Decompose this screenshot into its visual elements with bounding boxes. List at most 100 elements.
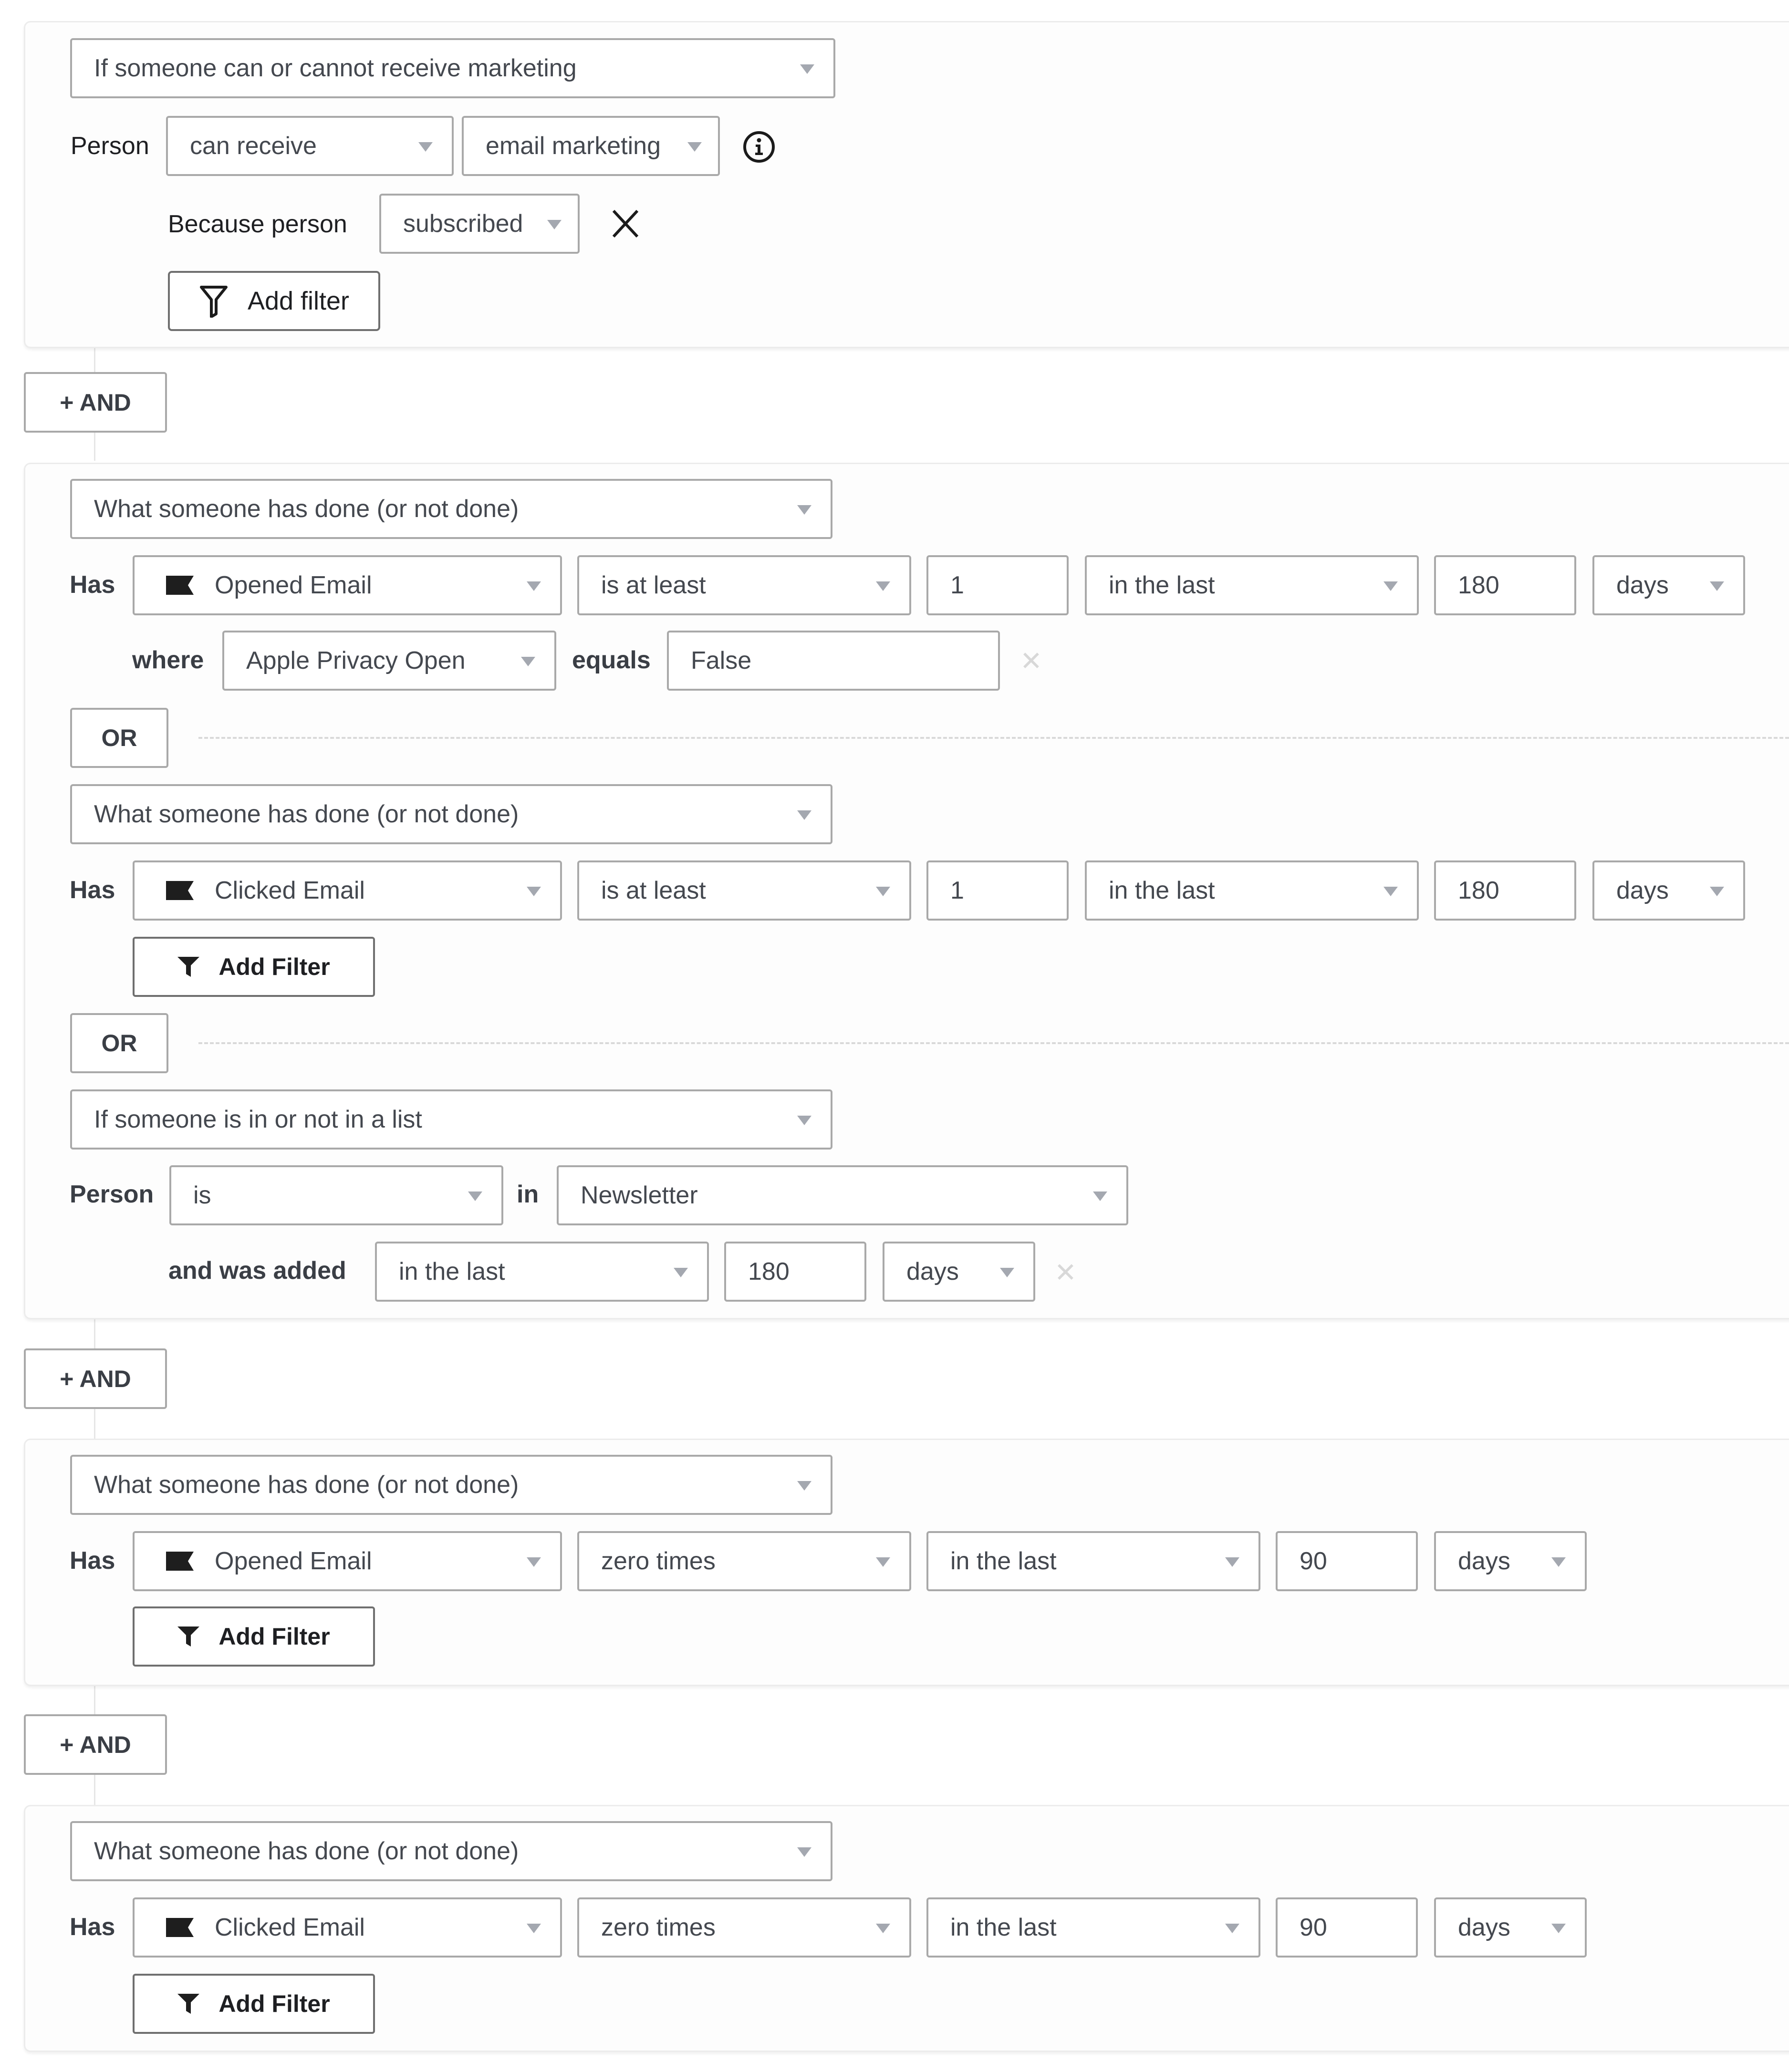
funnel-filled-icon xyxy=(177,1994,200,2014)
condition-type-select[interactable]: If someone is in or not in a list xyxy=(70,1089,832,1150)
or-button[interactable]: OR xyxy=(70,708,168,768)
add-filter-button[interactable]: Add filter xyxy=(168,271,380,331)
added-period-input[interactable]: 180 xyxy=(724,1242,866,1302)
timeframe-value: in the last xyxy=(950,1914,1057,1941)
membership-select[interactable]: is xyxy=(169,1165,503,1225)
added-timeframe-select[interactable]: in the last xyxy=(375,1242,709,1302)
can-receive-select[interactable]: can receive xyxy=(166,116,454,176)
operator-value: zero times xyxy=(601,1914,716,1941)
metric-select[interactable]: Clicked Email xyxy=(133,860,562,921)
where-value-input[interactable]: False xyxy=(667,631,1000,691)
chevron-down-icon xyxy=(1383,581,1398,591)
person-label: Person xyxy=(71,132,149,160)
remove-filter-icon[interactable]: ✕ xyxy=(1020,648,1042,674)
or-label: OR xyxy=(101,725,137,751)
condition-type-select[interactable]: What someone has done (or not done) xyxy=(70,1455,832,1515)
where-property-select[interactable]: Apple Privacy Open xyxy=(222,631,556,691)
timeframe-select[interactable]: in the last xyxy=(1085,860,1419,921)
condition-type-select[interactable]: What someone has done (or not done) xyxy=(70,479,832,539)
can-receive-value: can receive xyxy=(190,132,317,160)
operator-value: is at least xyxy=(601,571,706,599)
chevron-down-icon xyxy=(521,657,535,666)
equals-label: equals xyxy=(572,646,651,674)
has-label: Has xyxy=(70,1547,115,1575)
timeframe-select[interactable]: in the last xyxy=(1085,555,1419,615)
add-and-label: + AND xyxy=(60,1365,131,1392)
operator-select[interactable]: zero times xyxy=(577,1897,911,1958)
remove-filter-icon[interactable]: ✕ xyxy=(1054,1259,1077,1286)
membership-value: is xyxy=(193,1181,211,1209)
metric-select[interactable]: Opened Email xyxy=(133,555,562,615)
chevron-down-icon xyxy=(527,1557,541,1567)
period-value-input[interactable]: 180 xyxy=(1434,860,1576,921)
add-and-button[interactable]: + AND xyxy=(24,1348,167,1409)
condition-type-select[interactable]: What someone has done (or not done) xyxy=(70,1821,832,1881)
chevron-down-icon xyxy=(797,810,811,820)
chevron-down-icon xyxy=(876,887,890,896)
chevron-down-icon xyxy=(1225,1557,1239,1567)
condition-type-value: What someone has done (or not done) xyxy=(94,800,519,828)
period-unit-select[interactable]: days xyxy=(1592,555,1745,615)
add-filter-button[interactable]: Add Filter xyxy=(133,1974,375,2034)
add-filter-label: Add Filter xyxy=(218,1990,330,2017)
channel-select[interactable]: email marketing xyxy=(462,116,720,176)
chevron-down-icon xyxy=(468,1191,482,1201)
count-input[interactable]: 1 xyxy=(926,860,1069,921)
condition-type-value: If someone can or cannot receive marketi… xyxy=(94,54,577,82)
add-filter-button[interactable]: Add Filter xyxy=(133,937,375,997)
condition-type-select[interactable]: What someone has done (or not done) xyxy=(70,784,832,844)
info-icon[interactable] xyxy=(742,130,776,164)
in-label: in xyxy=(517,1181,539,1208)
count-input[interactable]: 1 xyxy=(926,555,1069,615)
chevron-down-icon xyxy=(1551,1924,1566,1933)
metric-value: Clicked Email xyxy=(215,877,365,904)
close-icon[interactable] xyxy=(612,209,639,238)
period-unit-select[interactable]: days xyxy=(1434,1897,1587,1958)
period-value-input[interactable]: 180 xyxy=(1434,555,1576,615)
chevron-down-icon xyxy=(687,142,702,152)
list-select[interactable]: Newsletter xyxy=(557,1165,1128,1225)
add-filter-button[interactable]: Add Filter xyxy=(133,1606,375,1667)
timeframe-value: in the last xyxy=(1109,571,1215,599)
added-period-unit-select[interactable]: days xyxy=(883,1242,1035,1302)
and-was-added-label: and was added xyxy=(168,1257,346,1285)
where-label: where xyxy=(132,646,204,674)
period-unit-value: days xyxy=(1616,877,1669,904)
channel-value: email marketing xyxy=(486,132,661,160)
chevron-down-icon xyxy=(876,581,890,591)
operator-select[interactable]: zero times xyxy=(577,1531,911,1591)
operator-select[interactable]: is at least xyxy=(577,555,911,615)
chevron-down-icon xyxy=(876,1924,890,1933)
timeframe-select[interactable]: in the last xyxy=(926,1531,1260,1591)
period-value-input[interactable]: 90 xyxy=(1276,1897,1418,1958)
flag-icon xyxy=(166,1552,194,1571)
period-unit-value: days xyxy=(1458,1914,1510,1941)
timeframe-value: in the last xyxy=(950,1547,1057,1575)
condition-type-value: What someone has done (or not done) xyxy=(94,495,519,523)
has-label: Has xyxy=(70,876,115,904)
period-value: 90 xyxy=(1300,1547,1327,1575)
condition-type-select[interactable]: If someone can or cannot receive marketi… xyxy=(70,38,835,98)
or-divider xyxy=(198,737,1789,739)
because-select[interactable]: subscribed xyxy=(379,194,580,254)
chevron-down-icon xyxy=(547,220,562,229)
period-value-input[interactable]: 90 xyxy=(1276,1531,1418,1591)
add-and-button[interactable]: + AND xyxy=(24,372,167,433)
has-label: Has xyxy=(70,1913,115,1941)
add-and-button[interactable]: + AND xyxy=(24,1714,167,1775)
chevron-down-icon xyxy=(797,1847,811,1857)
period-unit-select[interactable]: days xyxy=(1592,860,1745,921)
flag-icon xyxy=(166,881,194,900)
metric-select[interactable]: Opened Email xyxy=(133,1531,562,1591)
add-filter-label: Add Filter xyxy=(218,1623,330,1650)
operator-select[interactable]: is at least xyxy=(577,860,911,921)
timeframe-select[interactable]: in the last xyxy=(926,1897,1260,1958)
where-value: False xyxy=(691,647,752,674)
flag-icon xyxy=(166,1918,194,1937)
period-unit-select[interactable]: days xyxy=(1434,1531,1587,1591)
metric-select[interactable]: Clicked Email xyxy=(133,1897,562,1958)
added-timeframe-value: in the last xyxy=(399,1258,505,1285)
or-button[interactable]: OR xyxy=(70,1013,168,1073)
chevron-down-icon xyxy=(797,1116,811,1125)
count-value: 1 xyxy=(950,571,964,599)
